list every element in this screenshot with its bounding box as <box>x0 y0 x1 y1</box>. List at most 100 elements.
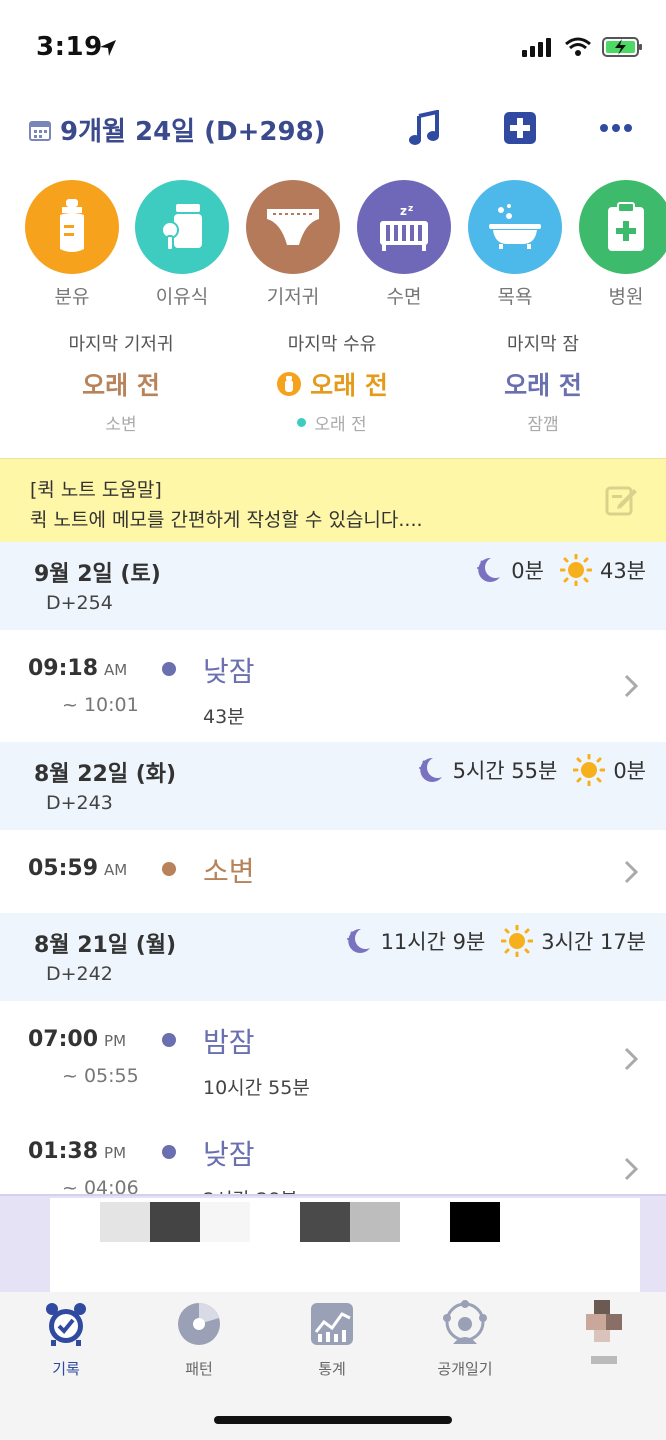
last-sleep-title: 마지막 잠 <box>507 334 579 355</box>
record-entry[interactable]: 07:00 PM ~ 05:55 밤잠 10시간 55분 <box>0 1001 666 1113</box>
record-entry[interactable]: 09:18 AM ~ 10:01 낮잠 43분 <box>0 630 666 742</box>
record-entry[interactable]: 05:59 AM 소변 <box>0 830 666 912</box>
entry-time: 09:18 <box>28 656 99 681</box>
bathtub-icon <box>468 180 562 274</box>
entry-ampm: PM <box>104 1144 127 1162</box>
status-indicators <box>522 36 644 58</box>
app-header: 9개월 24일 (D+298) <box>0 96 666 166</box>
day-dday: D+243 <box>46 792 113 814</box>
day-dday: D+242 <box>46 963 113 985</box>
home-indicator[interactable] <box>214 1416 452 1424</box>
chevron-right-icon <box>624 1157 638 1181</box>
ad-content[interactable] <box>50 1198 640 1292</box>
clipboard-medical-icon <box>579 180 666 274</box>
night-sleep-total: 0분 <box>511 559 544 583</box>
cellular-signal-icon <box>522 38 551 57</box>
entry-detail: 10시간 55분 <box>203 1077 310 1099</box>
entry-time-row: 09:18 AM <box>28 656 127 681</box>
tab-records[interactable]: 기록 <box>11 1300 121 1379</box>
day-date: 8월 21일 (월) <box>34 933 177 958</box>
tab-label: 패턴 <box>185 1360 213 1378</box>
last-feed-title: 마지막 수유 <box>287 334 377 355</box>
category-label: 이유식 <box>155 286 209 308</box>
day-sleep-total: 43분 <box>599 559 646 583</box>
day-date: 8월 22일 (화) <box>34 762 177 787</box>
day-header: 9월 2일 (토) D+254 0분 43분 <box>0 542 666 630</box>
more-button[interactable] <box>596 108 636 148</box>
entry-type-dot <box>162 1145 176 1159</box>
entry-type-dot <box>162 662 176 676</box>
date-title: 9개월 24일 (D+298) <box>60 117 326 147</box>
chevron-right-icon <box>624 1047 638 1071</box>
entry-ampm: AM <box>104 861 128 879</box>
last-feed-value-row: 오래 전 <box>222 366 442 402</box>
day-header: 8월 21일 (월) D+242 11시간 9분 3시간 17분 <box>0 913 666 1001</box>
last-diaper[interactable]: 마지막 기저귀 오래 전 소변 <box>11 330 231 435</box>
last-feed[interactable]: 마지막 수유 오래 전 오래 전 <box>222 330 442 435</box>
entry-time: 07:00 <box>28 1027 99 1052</box>
ad-banner[interactable] <box>0 1194 666 1294</box>
edit-note-icon[interactable] <box>604 483 638 517</box>
category-formula[interactable]: 분유 <box>24 180 120 309</box>
moon-icon <box>477 557 501 582</box>
tab-pattern[interactable]: 패턴 <box>144 1300 254 1379</box>
day-sleep-total: 3시간 17분 <box>541 930 646 954</box>
entry-type-dot <box>162 862 176 876</box>
category-bath[interactable]: 목욕 <box>467 180 563 309</box>
tab-profile[interactable] <box>549 1300 659 1364</box>
category-label: 목욕 <box>497 286 533 308</box>
music-button[interactable] <box>404 108 444 148</box>
pattern-chart-icon <box>178 1303 220 1345</box>
quick-note-text: 퀵 노트에 메모를 간편하게 작성할 수 있습니다.... <box>30 509 423 531</box>
quick-note-banner[interactable]: [퀵 노트 도움말] 퀵 노트에 메모를 간편하게 작성할 수 있습니다.... <box>0 458 666 543</box>
category-row: 분유 이유식 기저귀 zz 수면 목욕 병원 <box>0 180 666 310</box>
day-sleep-summary: 5시간 55분 0분 <box>415 754 646 786</box>
entry-type-dot <box>162 1033 176 1047</box>
entry-detail: 43분 <box>203 706 245 728</box>
tab-label: 공개일기 <box>437 1360 493 1378</box>
chevron-right-icon <box>624 674 638 698</box>
public-diary-icon <box>443 1300 487 1344</box>
more-icon <box>600 124 632 132</box>
last-diaper-sub: 소변 <box>105 415 137 435</box>
crib-sleep-icon: zz <box>357 180 451 274</box>
battery-charging-icon <box>602 37 642 57</box>
calendar-icon <box>29 120 51 141</box>
last-sleep-value: 오래 전 <box>504 371 582 400</box>
last-sleep[interactable]: 마지막 잠 오래 전 잠깸 <box>433 330 653 435</box>
tab-public-diary[interactable]: 공개일기 <box>410 1300 520 1379</box>
medical-add-button[interactable] <box>500 108 540 148</box>
category-diaper[interactable]: 기저귀 <box>245 180 341 309</box>
record-entry[interactable]: 01:38 PM ~ 04:06 낮잠 2시간 28분 <box>0 1113 666 1194</box>
category-label: 수면 <box>386 286 422 308</box>
entry-end-time: ~ 05:55 <box>62 1065 139 1087</box>
entry-title: 낮잠 <box>203 655 255 688</box>
last-record-summary: 마지막 기저귀 오래 전 소변 마지막 수유 오래 전 오래 전 마지막 잠 오… <box>0 330 666 440</box>
last-feed-sub-row: 오래 전 <box>222 410 442 435</box>
night-sleep-total: 11시간 9분 <box>380 930 486 954</box>
date-selector[interactable]: 9개월 24일 (D+298) <box>28 111 326 148</box>
diaper-icon <box>246 180 340 274</box>
location-arrow-icon <box>100 40 116 56</box>
last-sleep-sub: 잠깸 <box>527 415 559 435</box>
category-label: 분유 <box>54 286 90 308</box>
baby-food-icon <box>135 180 229 274</box>
chevron-right-icon <box>624 860 638 884</box>
category-hospital[interactable]: 병원 <box>578 180 666 309</box>
medical-plus-icon <box>504 112 536 144</box>
entry-end-time: ~ 04:06 <box>62 1177 139 1194</box>
wifi-icon <box>565 37 591 56</box>
category-baby-food[interactable]: 이유식 <box>134 180 230 309</box>
day-sleep-summary: 11시간 9분 3시간 17분 <box>343 925 646 957</box>
entry-ampm: AM <box>104 661 128 679</box>
tab-label: 기록 <box>52 1360 80 1378</box>
category-label: 병원 <box>608 286 644 308</box>
tab-statistics[interactable]: 통계 <box>277 1300 387 1379</box>
last-diaper-title: 마지막 기저귀 <box>68 334 174 355</box>
sun-icon <box>501 925 534 957</box>
status-time: 3:19 <box>36 32 103 62</box>
statistics-chart-icon <box>311 1303 353 1345</box>
day-sleep-total: 0분 <box>613 759 646 783</box>
day-date: 9월 2일 (토) <box>34 562 161 587</box>
category-sleep[interactable]: zz 수면 <box>356 180 452 309</box>
